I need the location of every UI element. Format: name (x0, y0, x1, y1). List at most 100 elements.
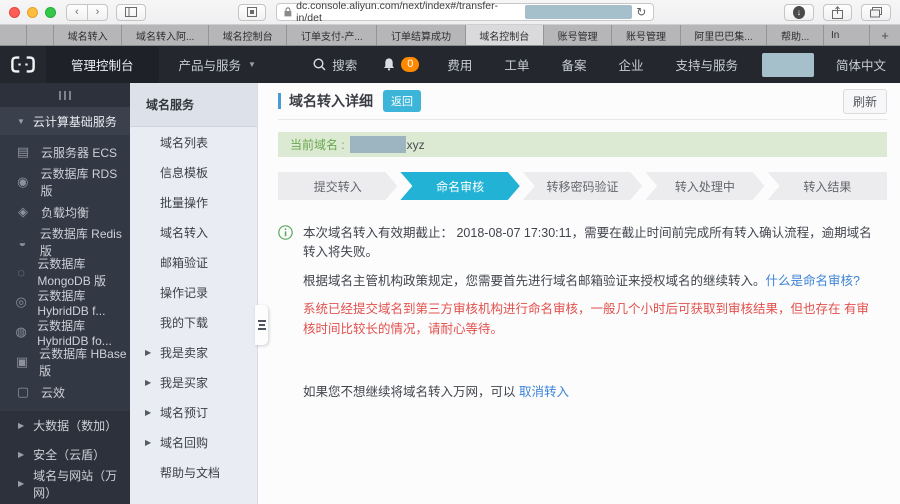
browser-tab-8[interactable]: 阿里巴巴集... (680, 25, 768, 45)
sidebar-group-collapsed-2[interactable]: ▶ 域名与网站（万网） (0, 468, 130, 500)
browser-tab-4[interactable]: 订单结算成功 (377, 25, 466, 45)
sidebar-item-label: 云数据库 HybridDB f... (37, 288, 106, 318)
sidebar-item-6[interactable]: ◍ 云数据库HybridDB fo... (0, 317, 130, 348)
browser-tab-1[interactable]: 域名转入阿... (122, 25, 209, 45)
cancel-transfer-link[interactable]: 取消转入 (519, 385, 569, 399)
sidebar-group-cloud-basics[interactable]: ▼ 云计算基础服务 (0, 107, 130, 135)
sidebar-toggle-button[interactable] (116, 3, 147, 21)
subsidebar-item-9[interactable]: ▶ 域名预订 (130, 397, 257, 427)
language-selector[interactable]: 简体中文 (822, 46, 900, 83)
download-icon: ↓ (793, 5, 805, 19)
top-nav-item-3[interactable]: 企业 (602, 46, 659, 83)
database-icon: ◉ (17, 174, 29, 189)
bell-icon (384, 58, 395, 71)
cancel-notice-text: 如果您不想继续将域名转入万网，可以 (303, 384, 516, 399)
aliyun-top-nav: 管理控制台 产品与服务 ▼ 搜索 0 费用 工单 备案 企业 支持与服务 简体中文 (0, 46, 900, 83)
sidebar-item-1[interactable]: ◉ 云数据库 RDS 版 (0, 167, 130, 198)
close-window-button[interactable] (9, 6, 20, 18)
browser-tab-10[interactable]: In (823, 25, 870, 45)
sidebar-item-3[interactable]: ◒ 云数据库 Redis 版 (0, 227, 130, 258)
browser-tab-9[interactable]: 帮助... (767, 25, 824, 45)
subsidebar-item-7[interactable]: ▶ 我是卖家 (130, 337, 257, 367)
sidebar-collapse-button[interactable] (0, 83, 130, 107)
sidebar-expanded-group: ▤ 云服务器 ECS ◉ 云数据库 RDS 版 ◈ 负载均衡 ◒ 云数据库 Redis 版 ◌ 云… (0, 135, 130, 411)
sidebar-collapse-handle[interactable] (255, 305, 268, 345)
console-home-link[interactable]: 管理控制台 (46, 46, 159, 83)
sidebar-item-7[interactable]: ▣ 云数据库 HBase 版 (0, 347, 130, 378)
chevron-down-icon: ▼ (17, 116, 25, 126)
minimize-window-button[interactable] (27, 6, 38, 18)
share-button[interactable] (823, 3, 852, 21)
subsidebar-item-1[interactable]: 信息模板 (130, 157, 257, 187)
sidebar-group-collapsed-0[interactable]: ▶ 大数据（数加） (0, 411, 130, 440)
transfer-notice: 本次域名转入有效期截止： 2018-08-07 17:30:11，需要在截止时间… (278, 224, 887, 339)
top-nav-item-0[interactable]: 费用 (431, 46, 488, 83)
sidebar-item-0[interactable]: ▤ 云服务器 ECS (0, 137, 130, 167)
reload-icon[interactable]: ↻ (636, 5, 646, 19)
subsidebar-item-6[interactable]: 我的下载 (130, 307, 257, 337)
subsidebar-item-label: 操作记录 (160, 285, 209, 300)
subsidebar-item-label: 帮助与文档 (160, 465, 221, 480)
browser-tab-6[interactable]: 账号管理 (543, 25, 613, 45)
sidebar-item-label: 云数据库 MongoDB 版 (37, 257, 107, 288)
products-menu[interactable]: 产品与服务 ▼ (159, 46, 276, 83)
browser-tab-3[interactable]: 订单支付-产... (287, 25, 378, 45)
downloads-button[interactable]: ↓ (784, 3, 814, 21)
back-button[interactable]: ‹ (66, 3, 87, 21)
sidebar-group-label: 域名与网站（万网） (33, 468, 118, 500)
browser-tab-2[interactable]: 域名控制台 (209, 25, 288, 45)
sidebar-item-label: 云服务器 ECS (41, 145, 118, 160)
primary-sidebar: ▼ 云计算基础服务 ▤ 云服务器 ECS ◉ 云数据库 RDS 版 ◈ 负载均衡 ◒ 云数据库… (0, 83, 130, 504)
sidebar-group-label: 大数据（数加） (33, 419, 118, 433)
mongodb-icon: ◌ (17, 264, 26, 280)
domain-suffix: xyz (406, 137, 425, 152)
aliyun-logo[interactable] (0, 46, 46, 83)
browser-tab-0[interactable]: 域名转入 (54, 25, 123, 45)
top-nav-item-2[interactable]: 备案 (545, 46, 602, 83)
page-title: 域名转入详细 (289, 93, 373, 109)
subsidebar-item-label: 我的下载 (160, 315, 209, 330)
sidebar-item-8[interactable]: ▢ 云效 (0, 377, 130, 407)
subsidebar-item-8[interactable]: ▶ 我是买家 (130, 367, 257, 397)
refresh-button[interactable]: 刷新 (842, 88, 887, 114)
browser-tab-stub[interactable] (27, 25, 54, 45)
deadline-notice: 本次域名转入有效期截止： 2018-08-07 17:30:11，需要在截止时间… (303, 226, 872, 260)
browser-tab-7[interactable]: 账号管理 (612, 25, 681, 45)
back-button[interactable]: 返回 (383, 90, 421, 112)
step-0: 提交转入 (278, 172, 397, 200)
account-name-blur[interactable] (761, 52, 814, 77)
step-4: 转入结果 (767, 172, 888, 200)
chevron-right-icon: ▶ (18, 421, 25, 430)
browser-tab-5[interactable]: 域名控制台 (465, 25, 544, 45)
subsidebar-item-label: 邮箱验证 (160, 255, 209, 270)
subsidebar-item-0[interactable]: 域名列表 (130, 127, 257, 157)
tab-overview-button[interactable] (861, 3, 891, 21)
forward-button[interactable]: › (86, 3, 109, 21)
cancel-transfer-row: 如果您不想继续将域名转入万网，可以 取消转入 (303, 381, 887, 400)
zoom-window-button[interactable] (45, 6, 56, 18)
browser-tab-stub[interactable] (0, 25, 27, 45)
reader-view-button[interactable] (238, 3, 267, 21)
subsidebar-item-11[interactable]: 帮助与文档 (130, 457, 257, 487)
subsidebar-item-3[interactable]: 域名转入 (130, 217, 257, 247)
subsidebar-item-2[interactable]: 批量操作 (130, 187, 257, 217)
sidebar-group-collapsed-1[interactable]: ▶ 安全（云盾） (0, 440, 130, 469)
sidebar-item-2[interactable]: ◈ 负载均衡 (0, 197, 130, 227)
top-nav-item-1[interactable]: 工单 (488, 46, 545, 83)
search-button[interactable]: 搜索 (300, 46, 370, 83)
subsidebar-item-5[interactable]: 操作记录 (130, 277, 257, 307)
subsidebar-item-4[interactable]: 邮箱验证 (130, 247, 257, 277)
top-nav-item-4[interactable]: 支持与服务 (659, 46, 754, 83)
lock-icon (284, 7, 292, 17)
address-bar[interactable]: dc.console.aliyun.com/next/index#/transf… (276, 0, 655, 24)
subsidebar-item-10[interactable]: ▶ 域名回购 (130, 427, 257, 457)
redis-icon: ◒ (18, 234, 27, 250)
notifications-button[interactable]: 0 (370, 46, 431, 83)
new-tab-button[interactable]: + (869, 25, 900, 45)
sidebar-item-4[interactable]: ◌ 云数据库 MongoDB 版 (0, 257, 130, 288)
transfer-progress-steps: 提交转入 命名审核 转移密码验证 转入处理中 转入结果 (278, 172, 888, 200)
what-is-naming-review-link[interactable]: 什么是命名审核? (766, 274, 860, 288)
sidebar-item-5[interactable]: ◎ 云数据库 HybridDB f... (0, 287, 130, 318)
yunxiao-icon: ▢ (16, 384, 30, 399)
load-balancer-icon: ◈ (18, 204, 28, 219)
